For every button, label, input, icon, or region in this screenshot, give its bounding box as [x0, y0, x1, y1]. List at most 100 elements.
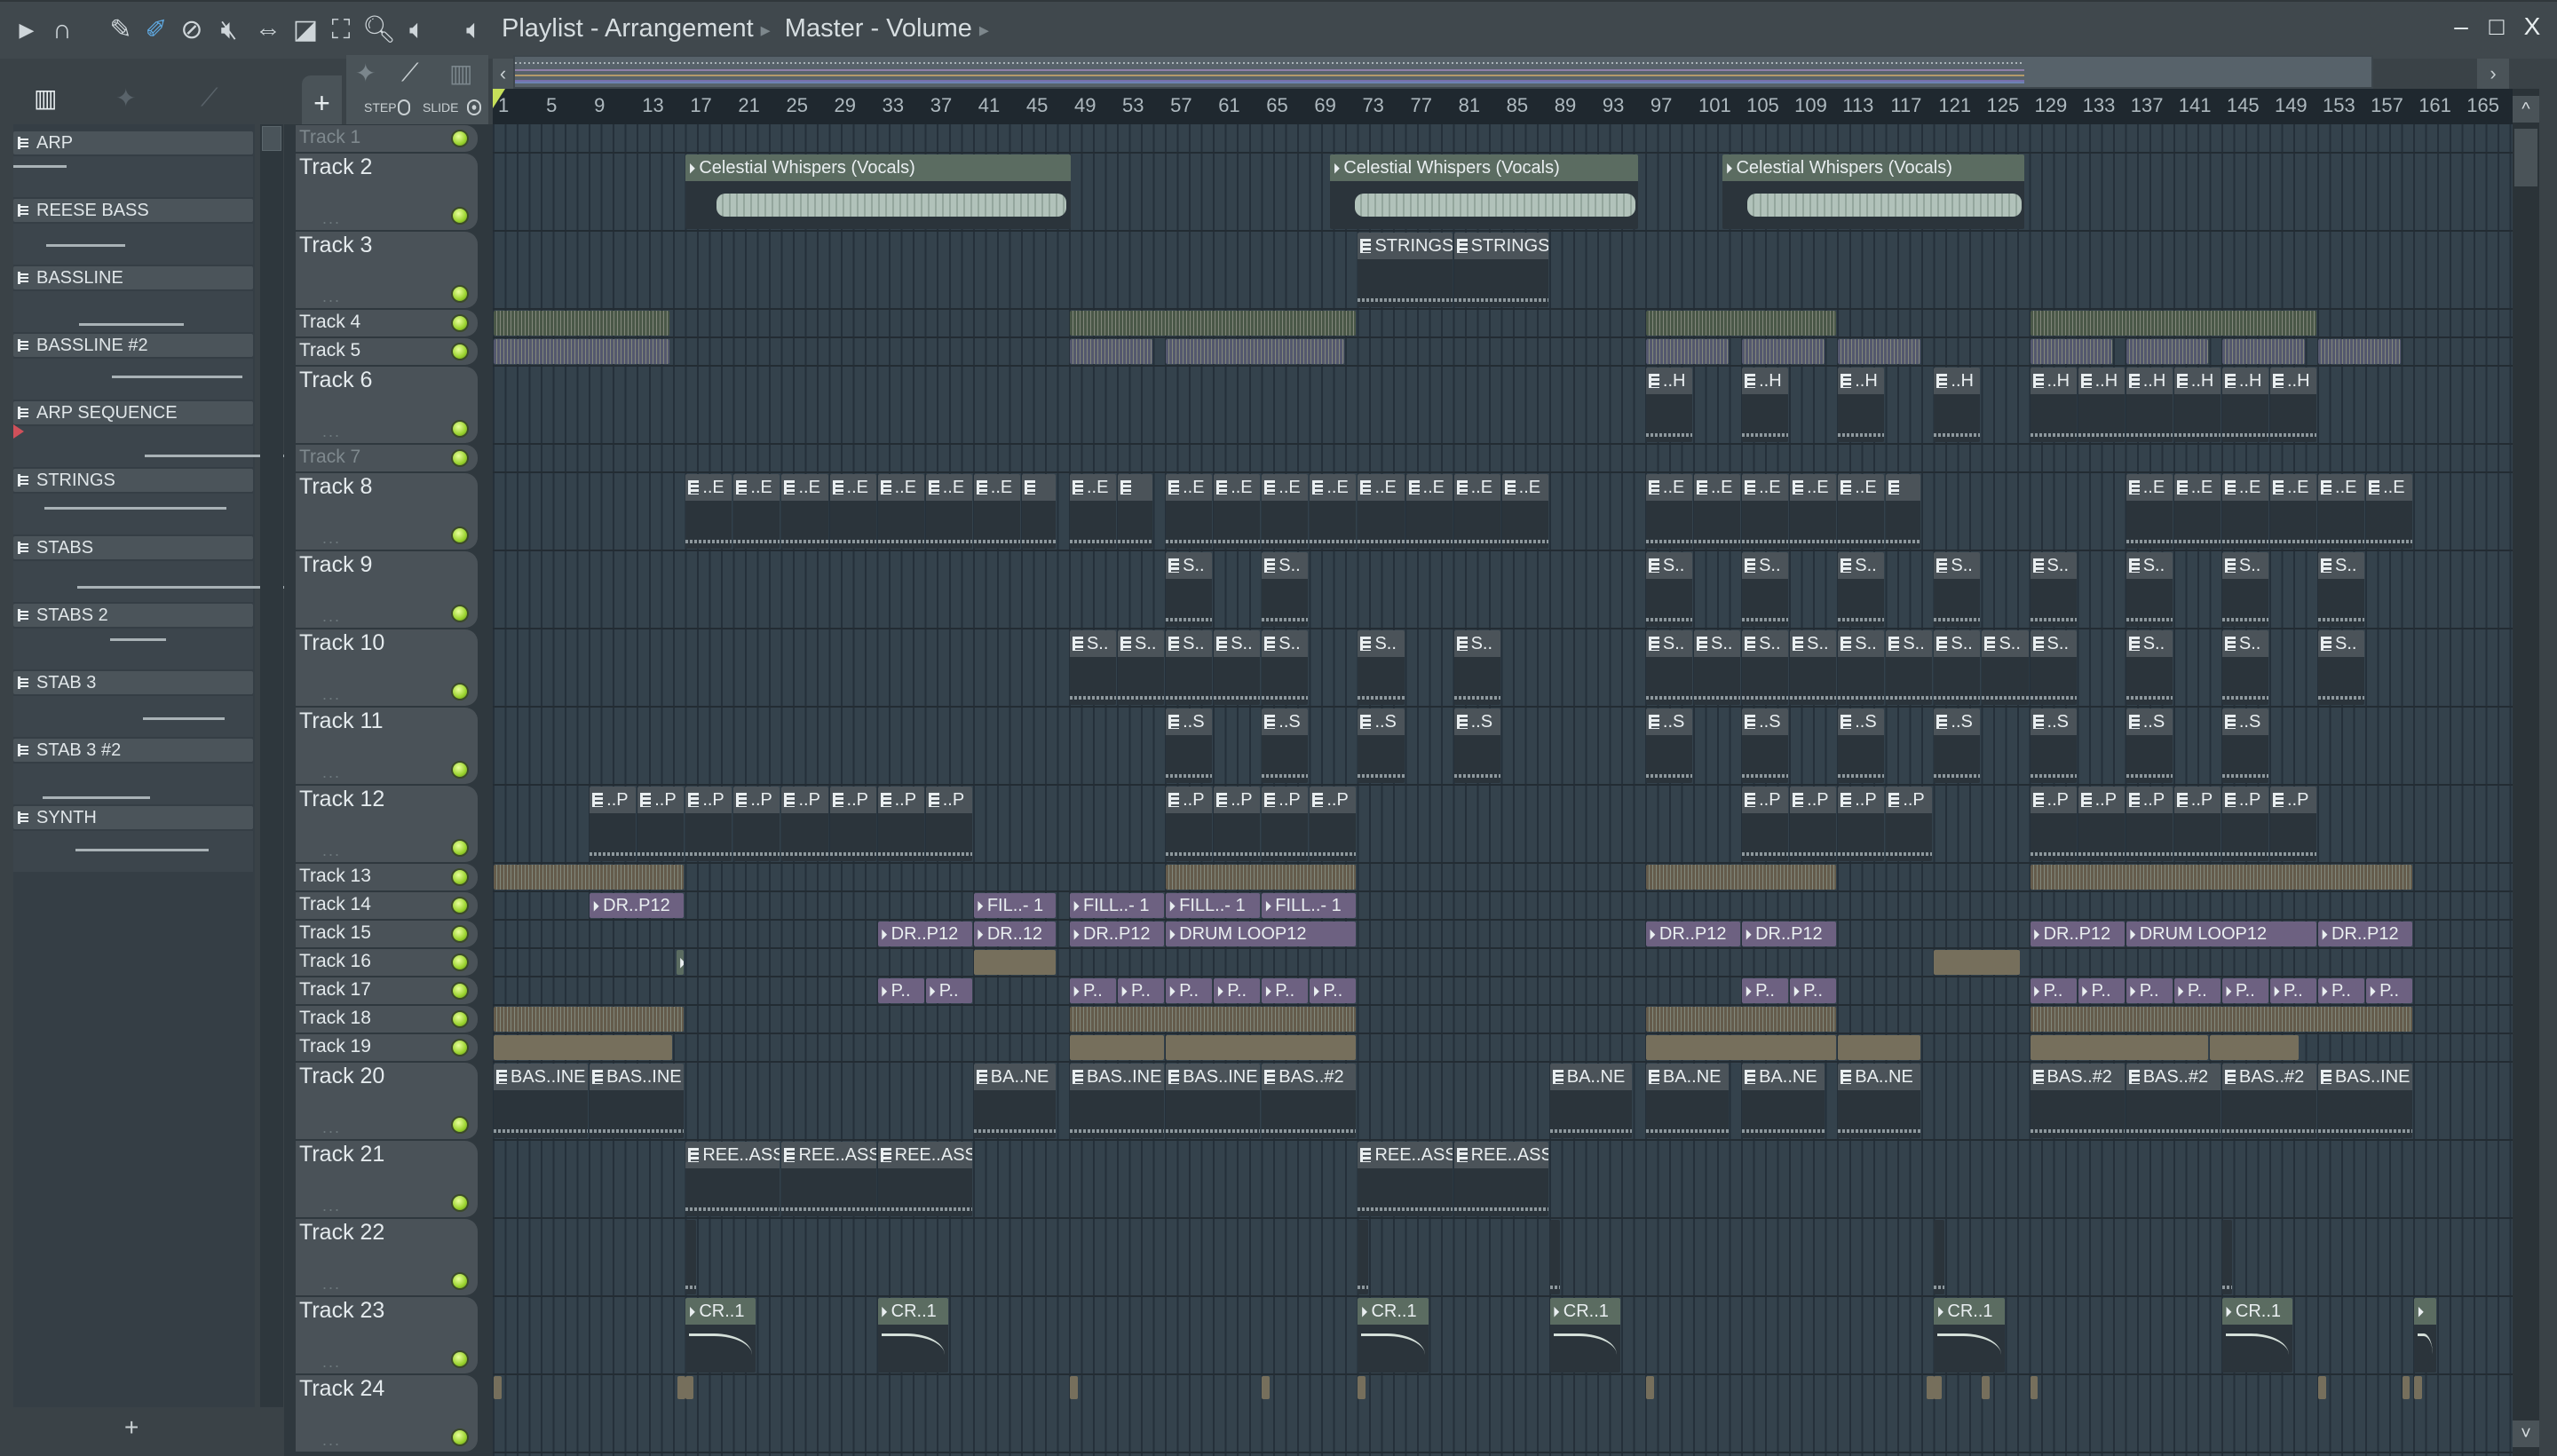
clip[interactable] — [1166, 865, 1357, 890]
clip[interactable]: ..H — [2269, 368, 2317, 442]
track-enable-led[interactable] — [451, 343, 469, 360]
clip[interactable]: ⏵ P.. — [2366, 978, 2413, 1003]
clip[interactable]: S.. — [2318, 552, 2365, 627]
bar-ruler[interactable]: 1 5 9 13 17 21 25 29 33 37 41 45 49 53 57 61 65 69 73 77 81 8… — [493, 89, 2513, 124]
track-enable-led[interactable] — [451, 449, 469, 467]
clip[interactable] — [1069, 339, 1152, 364]
track-header[interactable]: Track 24... — [296, 1375, 478, 1452]
clip[interactable]: ..E — [1501, 474, 1548, 549]
clip[interactable] — [2414, 1376, 2422, 1399]
track-enable-led[interactable] — [451, 1010, 469, 1028]
clip[interactable] — [494, 339, 670, 364]
track-enable-led[interactable] — [451, 1272, 469, 1290]
track-header[interactable]: Track 20... — [296, 1063, 478, 1139]
clip[interactable]: ..P — [781, 787, 828, 861]
clip[interactable]: ..S — [2126, 708, 2173, 783]
clip[interactable]: S.. — [1262, 630, 1309, 705]
clip[interactable]: S.. — [2030, 552, 2077, 627]
clip[interactable] — [1166, 339, 1344, 364]
track-header[interactable]: Track 2... — [296, 154, 478, 230]
clip[interactable] — [1645, 339, 1729, 364]
clip[interactable]: ..E — [1069, 474, 1117, 549]
clip[interactable] — [1742, 339, 1825, 364]
clip[interactable] — [2030, 311, 2317, 336]
add-channel-button[interactable]: + — [124, 1413, 139, 1442]
clip[interactable]: BA..NE — [973, 1064, 1057, 1138]
clip[interactable]: BA..NE — [1742, 1064, 1825, 1138]
clip[interactable]: ..E — [829, 474, 876, 549]
track-header[interactable]: Track 6... — [296, 367, 478, 443]
track-enable-led[interactable] — [451, 285, 469, 303]
track-enable-led[interactable] — [451, 761, 469, 779]
clip[interactable] — [494, 1007, 685, 1032]
clip[interactable] — [677, 1376, 685, 1399]
clip[interactable]: ..E — [1358, 474, 1405, 549]
clip[interactable]: ..H — [1645, 368, 1692, 442]
track-more[interactable]: ... — [322, 685, 341, 704]
clip[interactable]: S.. — [1453, 630, 1500, 705]
clip[interactable] — [2126, 339, 2209, 364]
clip[interactable]: ⏵ CR..1 — [877, 1298, 948, 1373]
clip[interactable]: S.. — [1886, 630, 1933, 705]
clip[interactable]: ..S — [1453, 708, 1500, 783]
clip[interactable] — [2221, 1220, 2233, 1294]
clip[interactable]: ..P — [2030, 787, 2077, 861]
channel-header[interactable]: BASSLINE — [13, 266, 253, 289]
clip[interactable] — [2402, 1376, 2411, 1399]
clip[interactable] — [1645, 865, 1837, 890]
waveform-icon[interactable]: ✦ — [355, 59, 376, 88]
clip[interactable] — [1934, 950, 2021, 975]
clip[interactable]: ..H — [2126, 368, 2173, 442]
track-more[interactable]: ... — [322, 1275, 341, 1294]
clip[interactable]: ⏵ FILL..- 1 — [1166, 893, 1261, 918]
track-header[interactable]: Track 18 — [296, 1006, 478, 1033]
clip[interactable]: ..E — [1262, 474, 1309, 549]
clip[interactable]: ⏵ Celestial Whispers (Vocals) — [685, 154, 1071, 229]
clip[interactable]: ⏵ CR..1 — [2221, 1298, 2292, 1373]
channel-header[interactable]: REESE BASS — [13, 199, 253, 222]
clip[interactable]: BAS..#2 — [2030, 1064, 2125, 1138]
clip[interactable]: ⏵ DRUM LOOP12 — [1166, 922, 1357, 946]
playlist-grid[interactable]: ⏵ Celestial Whispers (Vocals) ⏵ Celestial W… — [493, 124, 2513, 1456]
clip[interactable]: ..P — [2078, 787, 2125, 861]
clip[interactable]: ..P — [829, 787, 876, 861]
clip[interactable]: S.. — [1934, 552, 1981, 627]
track-header[interactable]: Track 12... — [296, 786, 478, 862]
track-enable-led[interactable] — [451, 1116, 469, 1134]
clip[interactable] — [494, 311, 670, 336]
clip[interactable]: S.. — [1838, 552, 1885, 627]
channel-item[interactable]: STABS 2 — [13, 604, 255, 671]
track-more[interactable]: ... — [322, 1119, 341, 1137]
scroll-down-button[interactable]: ˅ — [2513, 1420, 2539, 1447]
clip[interactable]: S.. — [1694, 630, 1741, 705]
clip[interactable] — [1021, 474, 1057, 549]
track-enable-led[interactable] — [451, 526, 469, 544]
clip[interactable]: ⏵ FILL..- 1 — [1262, 893, 1357, 918]
clip[interactable] — [1358, 1376, 1366, 1399]
clip[interactable]: S.. — [2221, 630, 2268, 705]
clip[interactable]: ..S — [1262, 708, 1309, 783]
track-header[interactable]: Track 5 — [296, 338, 478, 365]
clip[interactable] — [1982, 1376, 1991, 1399]
clip[interactable] — [2030, 339, 2113, 364]
clip[interactable]: ⏵ CR..1 — [685, 1298, 756, 1373]
clip[interactable]: ⏵ P.. — [1166, 978, 1213, 1003]
clip[interactable]: ..P — [685, 787, 732, 861]
track-header[interactable]: Track 10... — [296, 629, 478, 706]
clip[interactable] — [1166, 1035, 1357, 1060]
clip[interactable] — [1069, 311, 1357, 336]
clip[interactable]: ..E — [733, 474, 780, 549]
clip[interactable]: ⏵ CR..1 — [1358, 1298, 1429, 1373]
clip[interactable]: ..H — [1838, 368, 1885, 442]
clip[interactable]: REE..ASS — [685, 1142, 780, 1216]
track-header[interactable]: Track 3... — [296, 232, 478, 308]
channel-header[interactable]: STAB 3 #2 — [13, 739, 253, 762]
clip[interactable]: REE..ASS — [877, 1142, 972, 1216]
clip[interactable]: ⏵ DR..P12 — [877, 922, 972, 946]
clip[interactable]: ..H — [2078, 368, 2125, 442]
track-enable-led[interactable] — [451, 897, 469, 914]
clip[interactable] — [1069, 1007, 1357, 1032]
clip[interactable] — [973, 950, 1057, 975]
clip[interactable]: S.. — [1166, 552, 1213, 627]
delete-icon[interactable]: ⊘ — [176, 14, 208, 46]
